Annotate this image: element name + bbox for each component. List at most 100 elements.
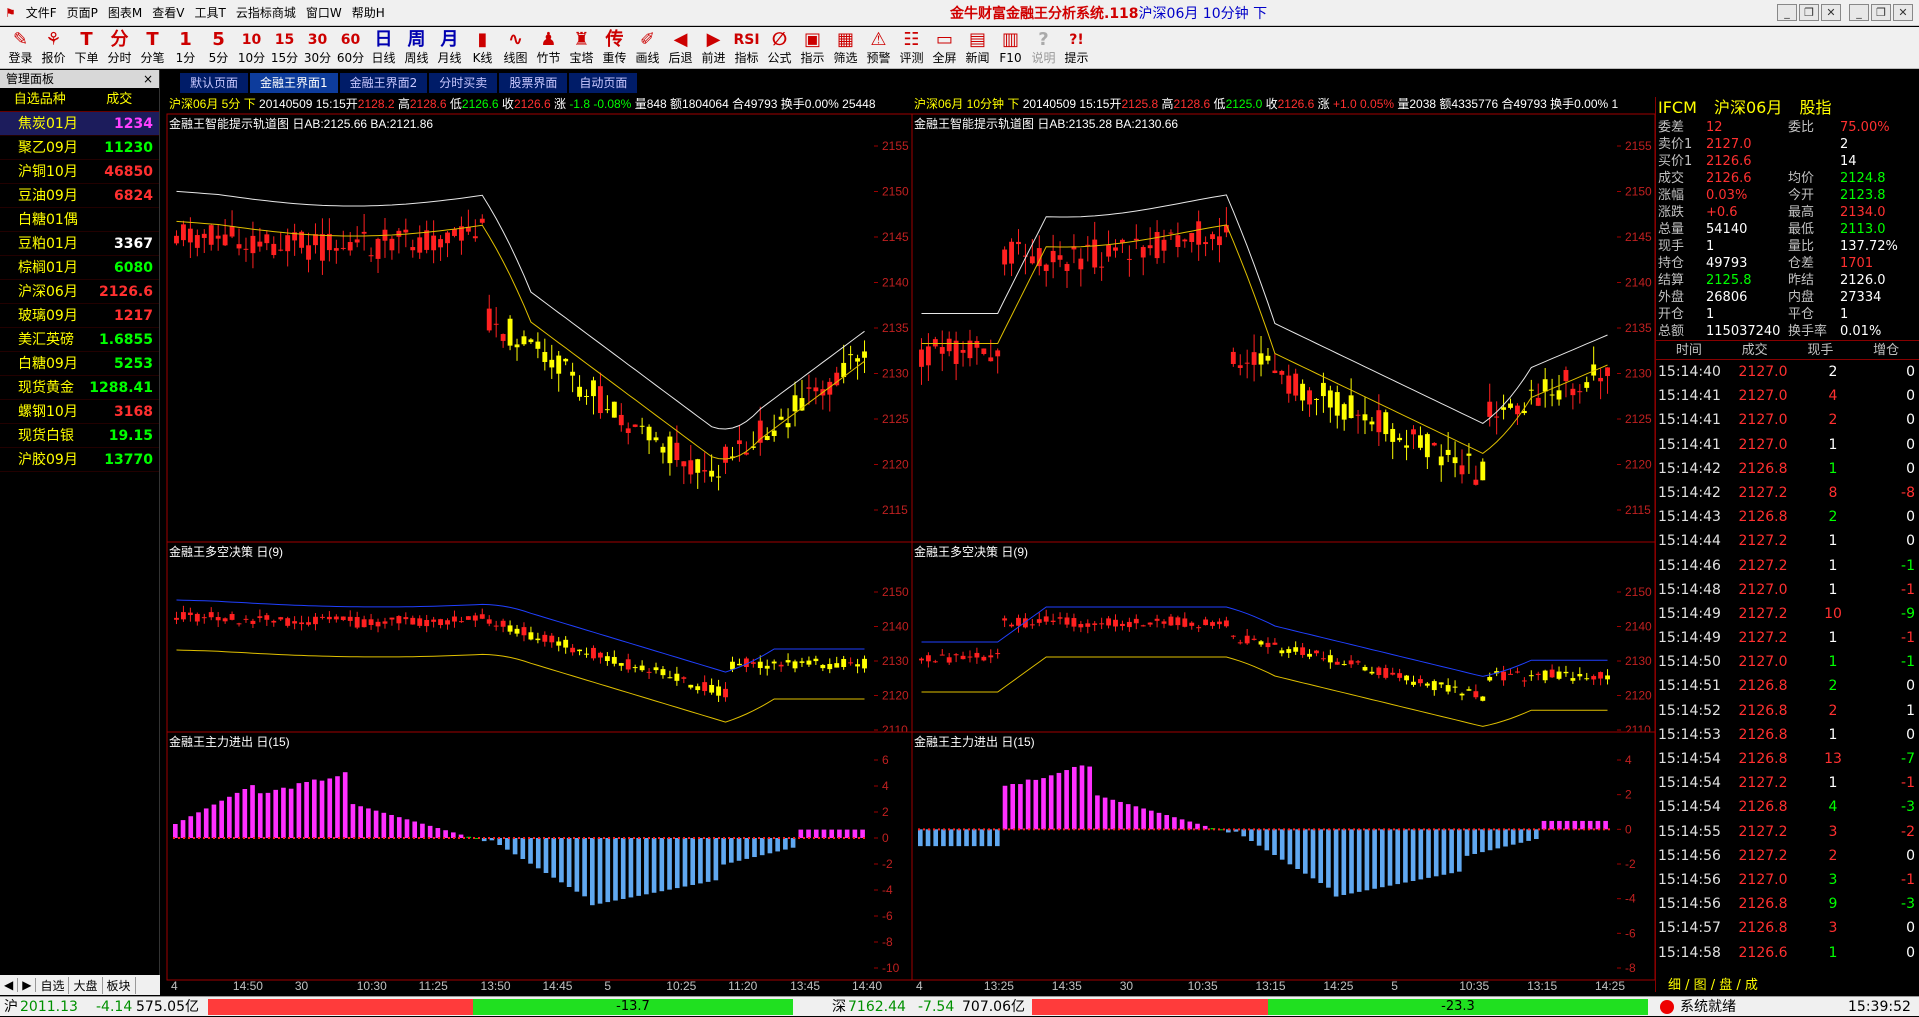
tick-col-2[interactable]: 现手 [1788, 341, 1854, 359]
toolbar-button-21[interactable]: ▶ 前进 [697, 27, 730, 67]
toolbar-button-3[interactable]: 分分时 [103, 27, 136, 67]
menu-item-7[interactable]: 帮助H [347, 2, 390, 24]
watchlist-row[interactable]: 玻璃09月 1217 [0, 304, 159, 328]
close-button[interactable]: ✕ [1821, 4, 1841, 21]
watchlist-row[interactable]: 现货黄金 1288.41 [0, 376, 159, 400]
toolbar-button-30[interactable]: ▥ F10 [994, 27, 1027, 67]
panel-close-button[interactable]: × [143, 70, 153, 88]
watchlist-row[interactable]: 螺钢10月 3168 [0, 400, 159, 424]
toolbar-button-11[interactable]: 日日线 [367, 27, 400, 67]
header-part: 沪深06月 5分 下 [169, 97, 256, 111]
decision-panel[interactable] [911, 541, 1656, 733]
toolbar-button-22[interactable]: RSI 指标 [730, 27, 763, 67]
candle-body [862, 658, 867, 669]
menu-item-3[interactable]: 查看V [147, 2, 189, 24]
page-tab-1[interactable]: 金融王界面1 [250, 73, 338, 93]
tick-col-1[interactable]: 成交 [1722, 341, 1788, 359]
column-name[interactable]: 自选品种 [0, 88, 80, 111]
mdi-restore-button[interactable]: ❐ [1871, 4, 1891, 21]
toolbar-button-7[interactable]: 10 10分 [235, 27, 268, 67]
minute-icon: 分 [110, 29, 129, 50]
toolbar-button-1[interactable]: ⚘ 报价 [37, 27, 70, 67]
tick-col-0[interactable]: 时间 [1656, 341, 1722, 359]
toolbar-button-15[interactable]: ∿ 线图 [499, 27, 532, 67]
toolbar-button-6[interactable]: 5 5分 [202, 27, 235, 67]
watchlist-row[interactable]: 豆油09月 6824 [0, 184, 159, 208]
toolbar-button-27[interactable]: ☷ 评测 [895, 27, 928, 67]
watchlist-value: 6080 [114, 260, 153, 276]
toolbar-button-14[interactable]: ▮ K线 [466, 27, 499, 67]
column-volume[interactable]: 成交 [80, 88, 160, 111]
toolbar-button-12[interactable]: 周周线 [400, 27, 433, 67]
toolbar-button-19[interactable]: ✐ 画线 [631, 27, 664, 67]
menu-item-1[interactable]: 页面P [62, 2, 103, 24]
watchlist-row[interactable]: 焦炭01月 1234 [0, 112, 159, 136]
page-tab-3[interactable]: 分时买卖 [429, 73, 498, 93]
tick-oi-change: 0 [1906, 436, 1915, 453]
toolbar-button-16[interactable]: ♟ 竹节 [532, 27, 565, 67]
toolbar-button-28[interactable]: ▭ 全屏 [928, 27, 961, 67]
flow-bar [1187, 821, 1193, 830]
toolbar-button-18[interactable]: 传重传 [598, 27, 631, 67]
toolbar-button-2[interactable]: T 下单 [70, 27, 103, 67]
watchlist-row[interactable]: 美汇英磅 1.6855 [0, 328, 159, 352]
panel-tab-1[interactable]: 大盘 [69, 976, 103, 994]
toolbar-button-4[interactable]: T 分笔 [136, 27, 169, 67]
toolbar-button-31[interactable]: ? 说明 [1027, 27, 1060, 67]
watchlist-row[interactable]: 白糖01偶 [0, 208, 159, 232]
header-part: 2126.6 [514, 97, 551, 111]
page-tab-5[interactable]: 自动页面 [569, 73, 638, 93]
toolbar-button-23[interactable]: ∅ 公式 [763, 27, 796, 67]
menu-item-0[interactable]: 文件F [21, 2, 62, 24]
menu-item-6[interactable]: 窗口W [301, 2, 347, 24]
page-tab-4[interactable]: 股票界面 [499, 73, 568, 93]
candle-body [1369, 671, 1375, 674]
mdi-minimize-button[interactable]: _ [1849, 4, 1869, 21]
tab-scroll-left-icon[interactable]: ◀ [0, 978, 19, 992]
toolbar-button-10[interactable]: 60 60分 [334, 27, 367, 67]
page-tab-2[interactable]: 金融王界面2 [339, 73, 428, 93]
candle-body [389, 617, 395, 620]
toolbar-button-24[interactable]: ▣ 指示 [796, 27, 829, 67]
watchlist-row[interactable]: 豆粕01月 3367 [0, 232, 159, 256]
panel-tab-0[interactable]: 自选 [36, 976, 70, 994]
toolbar-button-17[interactable]: ♜ 宝塔 [565, 27, 598, 67]
watchlist-row[interactable]: 沪胶09月 13770 [0, 448, 159, 472]
quote-value: 2113.0 [1840, 222, 1886, 237]
watchlist-row[interactable]: 白糖09月 5253 [0, 352, 159, 376]
minimize-button[interactable]: _ [1777, 4, 1797, 21]
tick-col-3[interactable]: 增仓 [1853, 341, 1919, 359]
sh-sell-bar [208, 999, 473, 1015]
toolbar-button-29[interactable]: ▤ 新闻 [961, 27, 994, 67]
toolbar-button-0[interactable]: ✎ 登录 [4, 27, 37, 67]
watchlist-row[interactable]: 沪深06月 2126.6 [0, 280, 159, 304]
toolbar-button-13[interactable]: 月月线 [433, 27, 466, 67]
toolbar-button-20[interactable]: ◀ 后退 [664, 27, 697, 67]
page-tab-0[interactable]: 默认页面 [180, 73, 249, 93]
menu-item-5[interactable]: 云指标商城 [231, 2, 301, 24]
toolbar-button-25[interactable]: ▦ 筛选 [829, 27, 862, 67]
chart-area[interactable]: 沪深06月 5分 下 20140509 15:15开2128.2 高2128.6… [0, 0, 1919, 1016]
watchlist-row[interactable]: 棕榈01月 6080 [0, 256, 159, 280]
watchlist-row[interactable]: 沪铜10月 46850 [0, 160, 159, 184]
tick-table[interactable]: 15:14:40 2127.0 2 0 15:14:41 2127.0 4 0 15:14:41… [1656, 360, 1919, 965]
watchlist-row[interactable]: 现货白银 19.15 [0, 424, 159, 448]
price-tick-label: 2145 [1625, 230, 1652, 244]
menu-item-4[interactable]: 工具T [190, 2, 231, 24]
watchlist-row[interactable]: 聚乙09月 11230 [0, 136, 159, 160]
toolbar-button-26[interactable]: ⚠ 预警 [862, 27, 895, 67]
app-logo-icon[interactable]: ⚑ [0, 2, 21, 24]
decision-panel[interactable] [166, 541, 913, 733]
toolbar-button-9[interactable]: 30 30分 [301, 27, 334, 67]
candle-body [981, 348, 987, 354]
toolbar-button-5[interactable]: 1 1分 [169, 27, 202, 67]
menu-item-2[interactable]: 图表M [103, 2, 147, 24]
tab-scroll-right-icon[interactable]: ▶ [18, 978, 37, 992]
restore-button[interactable]: ❐ [1799, 4, 1819, 21]
watchlist-name: 豆油09月 [18, 188, 78, 204]
mdi-close-button[interactable]: ✕ [1893, 4, 1913, 21]
panel-tab-2[interactable]: 板块 [103, 976, 136, 994]
quote-panel-tabs[interactable]: 细 / 图 / 盘 / 成 [1656, 974, 1758, 993]
toolbar-button-8[interactable]: 15 15分 [268, 27, 301, 67]
toolbar-button-32[interactable]: ?! 提示 [1060, 27, 1093, 67]
